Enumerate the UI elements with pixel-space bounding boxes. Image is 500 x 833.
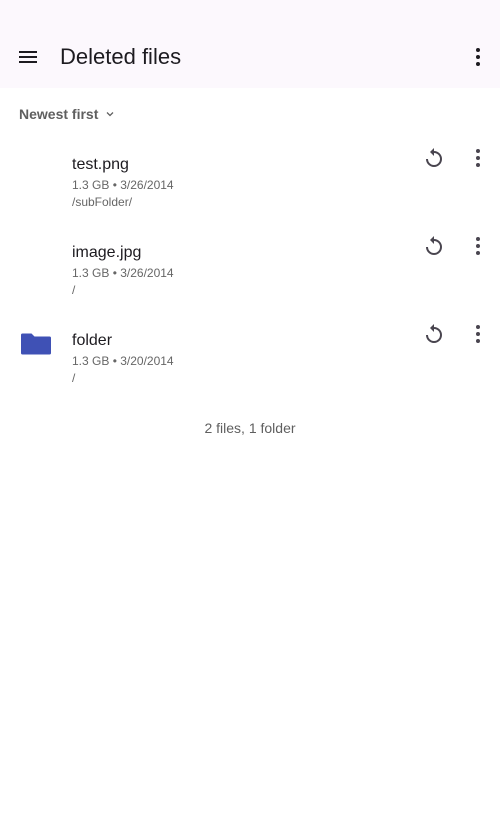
item-name: image.jpg [72, 244, 142, 261]
restore-icon[interactable] [422, 146, 446, 170]
app-bar: Deleted files [0, 0, 500, 88]
more-vert-icon[interactable] [466, 146, 490, 170]
restore-icon[interactable] [422, 234, 446, 258]
item-meta: 1.3 GB • 3/20/2014 [72, 354, 174, 368]
item-path: / [72, 371, 76, 385]
item-name: test.png [72, 156, 129, 173]
more-vert-icon[interactable] [466, 234, 490, 258]
list-item[interactable]: test.png 1.3 GB • 3/26/2014 /subFolder/ [0, 148, 500, 236]
item-meta: 1.3 GB • 3/26/2014 [72, 266, 174, 280]
item-path: /subFolder/ [72, 195, 133, 209]
item-count-summary: 2 files, 1 folder [204, 420, 296, 436]
more-vert-icon[interactable] [466, 45, 490, 69]
more-vert-icon[interactable] [466, 322, 490, 346]
chevron-down-icon [106, 112, 114, 117]
sort-dropdown[interactable]: Newest first [19, 106, 116, 122]
list-item[interactable]: folder 1.3 GB • 3/20/2014 / [0, 324, 500, 412]
page-title: Deleted files [60, 44, 182, 69]
item-path: / [72, 283, 76, 297]
item-meta: 1.3 GB • 3/26/2014 [72, 178, 174, 192]
sort-label: Newest first [19, 106, 99, 122]
list-item[interactable]: image.jpg 1.3 GB • 3/26/2014 / [0, 236, 500, 324]
item-name: folder [72, 332, 113, 349]
folder-icon [21, 333, 51, 355]
menu-icon[interactable] [16, 45, 40, 69]
restore-icon[interactable] [422, 322, 446, 346]
